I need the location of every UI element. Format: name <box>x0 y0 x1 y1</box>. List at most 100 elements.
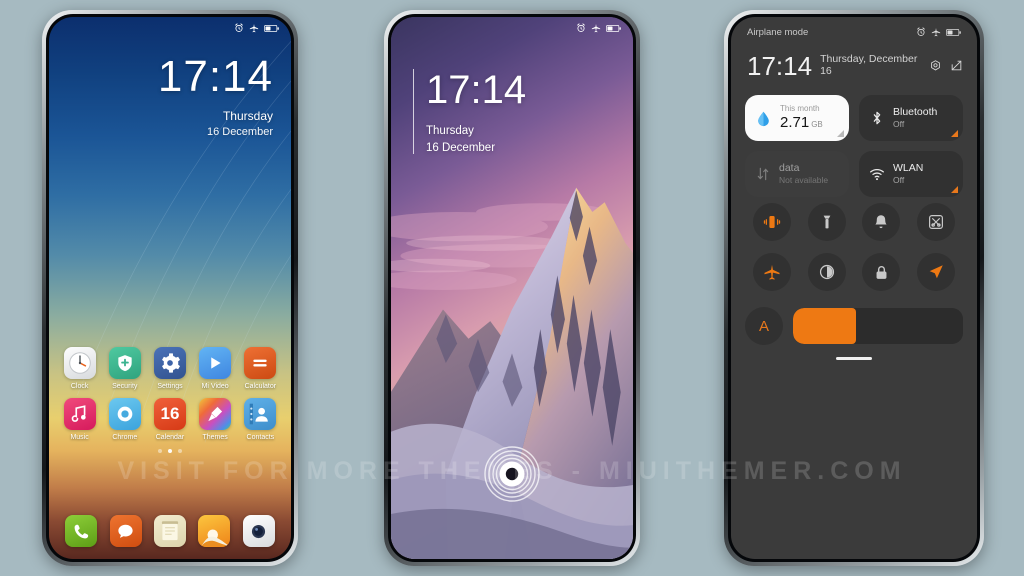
app-label: Chrome <box>112 434 138 441</box>
home-dock <box>49 515 291 547</box>
status-icons <box>234 23 279 33</box>
brightness-control: A <box>745 307 963 345</box>
app-label: Clock <box>70 383 89 390</box>
sunset-image-icon[interactable] <box>198 515 231 547</box>
data-usage-text: This month 2.71 GB <box>780 104 823 133</box>
wlan-card[interactable]: WLAN Off <box>859 151 963 197</box>
notepad-icon[interactable] <box>153 515 186 547</box>
app-label: Settings <box>157 383 183 390</box>
phone2-screen[interactable]: 17:14 Thursday 16 December <box>391 17 633 559</box>
bluetooth-card[interactable]: Bluetooth Off <box>859 95 963 141</box>
phone2-bezel: 17:14 Thursday 16 December <box>388 14 636 562</box>
fingerprint-unlock-icon[interactable] <box>483 445 541 508</box>
chrome-icon <box>108 398 141 430</box>
page-dot[interactable] <box>178 449 182 453</box>
location-toggle[interactable] <box>916 253 955 291</box>
shield-icon <box>108 347 141 379</box>
app-mi-video[interactable]: Mi Video <box>193 347 237 390</box>
flashlight-toggle[interactable] <box>807 203 846 241</box>
phone1-screen[interactable]: 17:14 Thursday 16 December Clock Securit… <box>49 17 291 559</box>
data-usage-unit: GB <box>811 119 823 129</box>
control-center-panel: Airplane mode 17:14 Thursday, December 1… <box>731 17 977 559</box>
lock-weekday: Thursday <box>222 109 273 123</box>
phone-device-lockscreen-blue: 17:14 Thursday 16 December Clock Securit… <box>42 10 298 566</box>
app-contacts[interactable]: Contacts <box>238 398 282 441</box>
phone2-status-bar <box>391 17 633 39</box>
app-themes[interactable]: Themes <box>193 398 237 441</box>
page-dot[interactable] <box>158 449 162 453</box>
page-dot-active[interactable] <box>168 449 172 453</box>
data-usage-card[interactable]: This month 2.71 GB <box>745 95 849 141</box>
gear-icon[interactable] <box>929 59 942 79</box>
wifi-icon <box>870 168 884 181</box>
brightness-slider-fill <box>793 308 856 344</box>
contrast-icon <box>819 264 834 280</box>
lock-date: 16 December <box>206 126 273 138</box>
home-app-grid: Clock Security Settings Mi Video Calcula… <box>57 347 283 453</box>
phone-device-lockscreen-mountain: 17:14 Thursday 16 December <box>384 10 640 566</box>
lock-time: 17:14 <box>426 68 527 112</box>
panel-drag-handle[interactable] <box>836 357 872 360</box>
app-label: Themes <box>202 434 228 441</box>
airplane-mode-icon <box>591 24 601 33</box>
darkmode-toggle[interactable] <box>807 253 846 291</box>
calendar-day-number: 16 <box>160 404 180 423</box>
brush-icon <box>199 398 232 430</box>
control-center-cards: This month 2.71 GB Bluetooth Off data No… <box>745 95 963 197</box>
app-row-1: Clock Security Settings Mi Video Calcula… <box>57 347 283 390</box>
status-icons <box>576 23 621 33</box>
airplane-toggle[interactable] <box>753 253 792 291</box>
app-clock[interactable]: Clock <box>58 347 102 390</box>
bell-icon <box>875 215 887 229</box>
card-corner-indicator <box>951 130 958 137</box>
app-music[interactable]: Music <box>58 398 102 441</box>
phone1-status-bar <box>49 17 291 39</box>
camera-lens-icon[interactable] <box>242 515 275 547</box>
brightness-slider[interactable] <box>793 308 963 344</box>
vibrate-toggle[interactable] <box>753 203 792 241</box>
phone1-bezel: 17:14 Thursday 16 December Clock Securit… <box>46 14 294 562</box>
battery-icon <box>606 24 621 32</box>
app-label: Calculator <box>244 383 277 390</box>
app-chrome[interactable]: Chrome <box>103 398 147 441</box>
bluetooth-state: Off <box>893 119 905 130</box>
bluetooth-text: Bluetooth Off <box>893 106 937 130</box>
clock-icon <box>63 347 96 379</box>
phone3-bezel: Airplane mode 17:14 Thursday, December 1… <box>728 14 980 562</box>
wlan-label: WLAN <box>893 162 924 175</box>
app-calculator[interactable]: Calculator <box>238 347 282 390</box>
chat-bubble-icon[interactable] <box>109 515 142 547</box>
data-usage-value: 2.71 GB <box>780 113 823 131</box>
alarm-icon <box>577 23 585 32</box>
alarm-icon <box>917 27 925 36</box>
equals-icon <box>244 347 277 379</box>
phone3-screen[interactable]: Airplane mode 17:14 Thursday, December 1… <box>731 17 977 559</box>
bluetooth-label: Bluetooth <box>893 106 938 119</box>
app-security[interactable]: Security <box>103 347 147 390</box>
person-icon <box>244 398 277 430</box>
bluetooth-icon <box>873 111 881 125</box>
app-label: Contacts <box>246 434 275 441</box>
screenshot-icon <box>928 215 943 229</box>
app-label: Music <box>70 434 89 441</box>
app-settings[interactable]: Settings <box>148 347 192 390</box>
status-icons <box>916 27 961 37</box>
auto-brightness-button[interactable]: A <box>745 307 783 345</box>
card-corner-indicator <box>837 130 844 137</box>
water-drop-icon <box>758 111 769 126</box>
header-time: 17:14 <box>747 51 813 81</box>
card-corner-indicator <box>951 186 958 193</box>
lock-toggle[interactable] <box>862 253 901 291</box>
edit-pencil-icon[interactable] <box>950 59 963 79</box>
app-calendar[interactable]: 16 Calendar <box>148 398 192 441</box>
phone-handset-icon[interactable] <box>65 515 98 547</box>
screenshot-toggle[interactable] <box>916 203 955 241</box>
silent-toggle[interactable] <box>862 203 901 241</box>
alarm-icon <box>235 23 243 32</box>
lock-time: 17:14 <box>157 52 273 101</box>
vibrate-icon <box>764 216 781 228</box>
mobile-data-card[interactable]: data Not available <box>745 151 849 197</box>
mobile-data-label: data <box>779 162 800 175</box>
calendar-icon: 16 <box>153 398 186 430</box>
lock-icon <box>876 265 887 279</box>
